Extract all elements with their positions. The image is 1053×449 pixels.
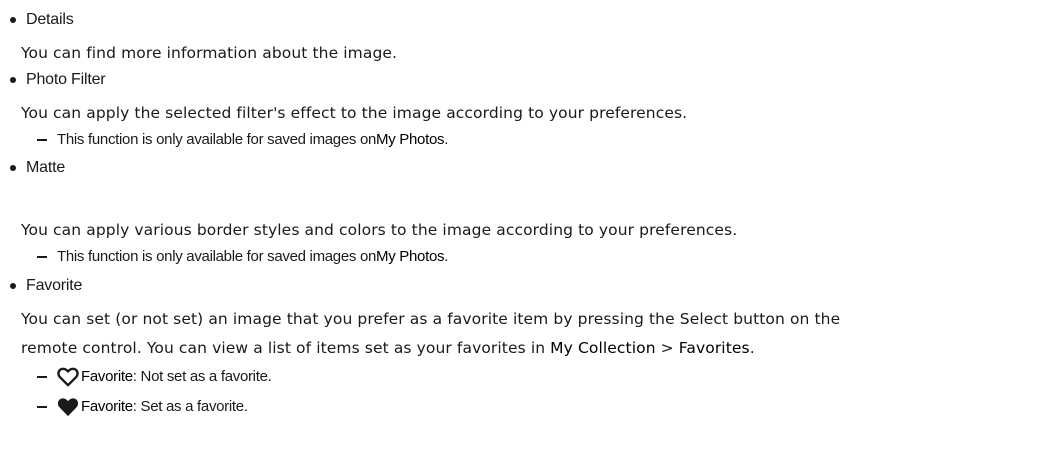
desc-suffix: .: [749, 339, 755, 357]
item-description-line-2: remote control. You can view a list of i…: [21, 334, 755, 362]
favorite-state-set: Favorite: Set as a favorite.: [37, 393, 248, 421]
note-link: My Photos: [376, 248, 445, 265]
note-suffix: .: [444, 248, 449, 265]
menu-path-favorites: Favorites: [678, 339, 750, 357]
state-text: : Set as a favorite.: [132, 398, 248, 415]
item-description: You can find more information about the …: [21, 44, 398, 62]
note-text: This function is only available for save…: [57, 131, 377, 148]
item-description: You can apply the selected filter's effe…: [21, 104, 688, 122]
dash: [37, 139, 47, 141]
list-item-photo-filter: Photo Filter: [0, 66, 106, 94]
note: This function is only available for save…: [37, 126, 448, 154]
item-description-line-1: You can set (or not set) an image that y…: [21, 310, 841, 328]
item-title: Photo Filter: [26, 71, 106, 88]
path-separator: >: [655, 339, 679, 357]
dash: [37, 256, 47, 258]
item-title: Favorite: [26, 277, 83, 294]
note: This function is only available for save…: [37, 243, 448, 271]
note-text: This function is only available for save…: [57, 248, 377, 265]
dash: [37, 406, 47, 408]
item-title: Details: [26, 11, 74, 28]
heart-filled-icon: [57, 397, 79, 417]
bullet: [10, 165, 16, 171]
favorite-state-not-set: Favorite: Not set as a favorite.: [37, 363, 272, 391]
heart-outline-icon: [57, 367, 79, 387]
state-label: Favorite: [81, 398, 133, 415]
list-item-details: Details: [0, 6, 74, 34]
bullet: [10, 283, 16, 289]
item-title: Matte: [26, 159, 66, 176]
dash: [37, 376, 47, 378]
note-suffix: .: [444, 131, 449, 148]
list-item-favorite: Favorite: [0, 272, 82, 300]
list-item-matte: Matte: [0, 154, 65, 182]
state-label: Favorite: [81, 368, 133, 385]
desc-text: remote control. You can view a list of i…: [21, 339, 551, 357]
state-text: : Not set as a favorite.: [132, 368, 272, 385]
bullet: [10, 77, 16, 83]
bullet: [10, 17, 16, 23]
item-description: You can apply various border styles and …: [21, 221, 738, 239]
note-link: My Photos: [376, 131, 445, 148]
menu-path-my-collection: My Collection: [550, 339, 656, 357]
